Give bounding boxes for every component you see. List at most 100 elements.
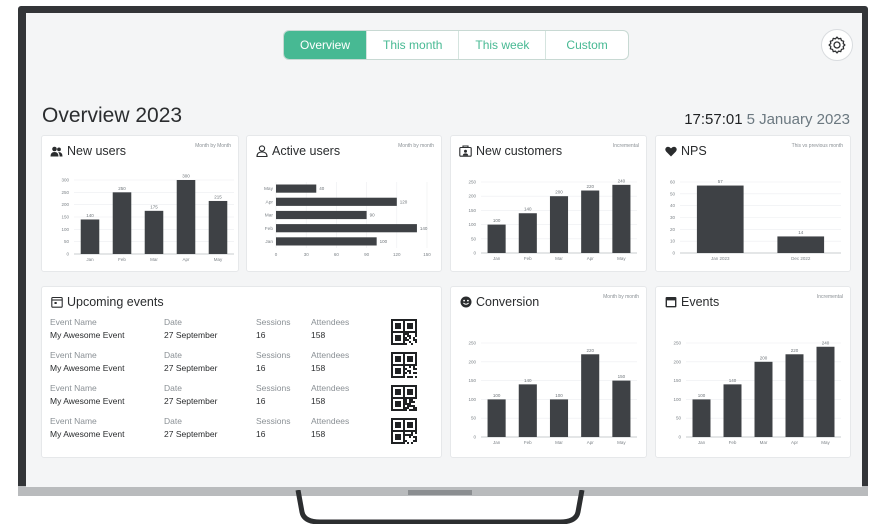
tick-label: 150 bbox=[468, 208, 476, 213]
category-label: Mar bbox=[555, 440, 563, 445]
upcoming-events-card[interactable]: Upcoming events Event Name My Awesome Eve… bbox=[41, 286, 442, 458]
qr-module bbox=[405, 401, 407, 403]
event-name-label: Event Name bbox=[50, 350, 97, 360]
data-label: 14 bbox=[798, 230, 804, 235]
tick-label: 100 bbox=[468, 222, 476, 227]
qr-module bbox=[407, 339, 409, 341]
category-label: Mar bbox=[150, 257, 158, 262]
nps-chart: 0 10 20 30 40 50 60 57 Jan 2023 14 Dec 2022 bbox=[670, 179, 841, 261]
data-label: 100 bbox=[555, 393, 563, 398]
tick-label: 100 bbox=[673, 397, 681, 402]
event-row[interactable]: Event Name My Awesome Event Date 27 Septem… bbox=[50, 317, 430, 350]
qr-module bbox=[415, 339, 417, 341]
qr-module bbox=[411, 376, 413, 378]
tab-this-month[interactable]: This month bbox=[367, 31, 460, 59]
category-label: Jan bbox=[493, 256, 501, 261]
tick-label: 0 bbox=[678, 435, 681, 440]
qr-module bbox=[415, 436, 417, 438]
tab-overview[interactable]: Overview bbox=[284, 31, 368, 59]
bar bbox=[549, 196, 569, 253]
data-label: 300 bbox=[182, 174, 190, 179]
tab-this-week[interactable]: This week bbox=[459, 31, 547, 59]
qr-module bbox=[405, 333, 407, 335]
qr-module bbox=[405, 339, 407, 341]
tick-label: 50 bbox=[64, 239, 70, 244]
bar bbox=[612, 184, 631, 253]
nps-card[interactable]: NPS This vs previous month 0 10 20 30 40 50 60… bbox=[655, 135, 851, 272]
qr-module bbox=[415, 335, 417, 337]
category-label: Feb bbox=[118, 257, 126, 262]
tick-label: 0 bbox=[66, 252, 69, 257]
bar bbox=[276, 184, 317, 193]
event-attendees: 158 bbox=[311, 363, 326, 373]
bar bbox=[112, 192, 132, 254]
event-attendees: 158 bbox=[311, 396, 326, 406]
tick-label: 150 bbox=[468, 378, 476, 383]
category-label: Jan 2023 bbox=[711, 256, 730, 261]
qr-module bbox=[407, 407, 409, 409]
qr-module bbox=[409, 376, 411, 378]
qr-module bbox=[405, 409, 407, 411]
qr-module bbox=[407, 434, 409, 436]
category-label: Jan bbox=[698, 440, 706, 445]
tick-label: 50 bbox=[676, 416, 682, 421]
tick-label: 30 bbox=[304, 252, 310, 257]
conversion-card[interactable]: Conversion Month by month 0 50 100 150 200 25… bbox=[450, 286, 647, 458]
clock-time: 17:57:01 bbox=[684, 111, 743, 128]
data-label: 140 bbox=[729, 378, 737, 383]
event-sessions-label: Sessions bbox=[256, 317, 291, 327]
qr-code-icon[interactable] bbox=[391, 385, 417, 411]
events-card[interactable]: Events Incremental 0 50 100 150 200 250 100 Jan… bbox=[655, 286, 851, 458]
qr-module bbox=[413, 368, 415, 370]
event-row[interactable]: Event Name My Awesome Event Date 27 Septem… bbox=[50, 416, 430, 449]
new-customers-card[interactable]: New customers Incremental 0 50 100 150 200 25… bbox=[450, 135, 647, 272]
qr-module bbox=[413, 440, 415, 442]
qr-finder bbox=[407, 323, 413, 329]
category-label: Feb bbox=[265, 226, 274, 232]
qr-module bbox=[415, 372, 417, 374]
category-label: Apr bbox=[587, 440, 595, 445]
event-row[interactable]: Event Name My Awesome Event Date 27 Septem… bbox=[50, 350, 430, 383]
qr-module bbox=[409, 370, 411, 372]
data-label: 100 bbox=[493, 218, 501, 223]
event-row[interactable]: Event Name My Awesome Event Date 27 Septem… bbox=[50, 383, 430, 416]
qr-code-icon[interactable] bbox=[391, 319, 417, 345]
bar bbox=[723, 384, 742, 437]
data-label: 200 bbox=[555, 190, 563, 195]
settings-button[interactable] bbox=[821, 29, 853, 61]
active-users-card[interactable]: Active users Month by month 0 30 60 90 120 15… bbox=[246, 135, 442, 272]
category-label: Mar bbox=[555, 256, 563, 261]
qr-module bbox=[407, 403, 409, 405]
events-table: Event Name My Awesome Event Date 27 Septem… bbox=[50, 317, 430, 449]
tab-custom[interactable]: Custom bbox=[546, 31, 627, 59]
qr-module bbox=[409, 399, 411, 401]
qr-module bbox=[411, 432, 413, 434]
bar bbox=[612, 380, 631, 437]
tick-label: 200 bbox=[468, 359, 476, 364]
data-label: 90 bbox=[370, 213, 376, 218]
category-label: Feb bbox=[729, 440, 737, 445]
qr-module bbox=[415, 333, 417, 335]
tick-label: 40 bbox=[670, 203, 676, 208]
new-users-card[interactable]: New users Month by Month 0 50 100 150 200 250… bbox=[41, 135, 239, 272]
qr-code-icon[interactable] bbox=[391, 352, 417, 378]
data-label: 200 bbox=[760, 355, 768, 360]
tick-label: 250 bbox=[61, 190, 69, 195]
category-label: Mar bbox=[760, 440, 768, 445]
tick-label: 0 bbox=[473, 435, 476, 440]
qr-module bbox=[409, 403, 411, 405]
bar bbox=[276, 210, 367, 220]
tick-label: 50 bbox=[670, 191, 676, 196]
category-label: Jan bbox=[493, 440, 501, 445]
data-label: 40 bbox=[319, 186, 325, 191]
qr-code-icon[interactable] bbox=[391, 418, 417, 444]
qr-module bbox=[413, 407, 415, 409]
qr-finder bbox=[407, 356, 413, 362]
category-label: Jan bbox=[265, 239, 273, 245]
qr-module bbox=[411, 399, 413, 401]
qr-finder bbox=[395, 389, 401, 395]
event-name-label: Event Name bbox=[50, 416, 97, 426]
data-label: 100 bbox=[380, 239, 388, 244]
event-attendees-label: Attendees bbox=[311, 350, 350, 360]
qr-module bbox=[413, 372, 415, 374]
